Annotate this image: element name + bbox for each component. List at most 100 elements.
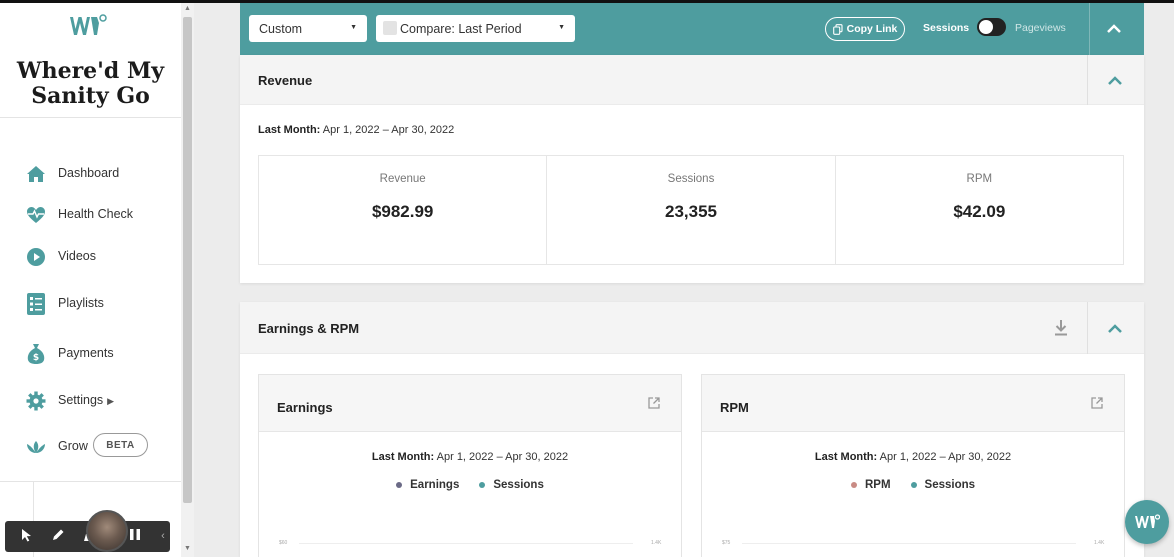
rpm-chart-title: RPM — [720, 400, 749, 415]
scroll-down-arrow-icon[interactable]: ▼ — [181, 545, 194, 555]
range-label: Last Month: — [258, 124, 321, 136]
range-label: Last Month: — [371, 451, 435, 463]
sidebar-scrollbar[interactable]: ▲ ▼ — [181, 3, 194, 557]
sidebar: Where'd My Sanity Go Dashboard Health Ch… — [0, 3, 181, 557]
earnings-chart-card: Earnings Last Month: Apr 1, 2022 – Apr 3… — [258, 374, 682, 557]
earnings-rpm-card: Earnings & RPM Earnings Last Month: Apr … — [240, 302, 1144, 557]
money-bag-icon: $ — [25, 343, 47, 365]
copy-link-button[interactable]: Copy Link — [825, 17, 905, 41]
caret-right-icon: ▶ — [107, 396, 115, 406]
pointer-icon[interactable] — [19, 528, 35, 544]
metric-value: 23,355 — [664, 202, 717, 221]
metric-value: $42.09 — [953, 202, 1006, 221]
revenue-card: Revenue Last Month: Apr 1, 2022 – Apr 30… — [240, 55, 1144, 283]
earnings-rpm-title: Earnings & RPM — [258, 321, 360, 336]
play-circle-icon — [25, 246, 47, 268]
open-external-icon[interactable] — [1090, 396, 1104, 410]
legend-label: Sessions — [924, 479, 976, 491]
copy-link-label: Copy Link — [846, 23, 898, 35]
earnings-chart-header: Earnings — [259, 375, 681, 432]
collapse-filters-chevron-icon[interactable] — [1106, 21, 1122, 37]
scroll-thumb[interactable] — [183, 17, 192, 503]
compare-color-swatch — [383, 21, 397, 35]
site-title: Where'd My Sanity Go — [16, 58, 165, 109]
list-icon — [25, 293, 47, 315]
sidebar-item-payments[interactable]: $ Payments — [0, 336, 181, 370]
gear-icon — [25, 390, 47, 412]
earnings-rpm-header: Earnings & RPM — [240, 302, 1144, 354]
chart-gridline — [299, 543, 633, 544]
sessions-pageviews-toggle[interactable] — [977, 18, 1006, 36]
compare-value: Compare: Last Period — [400, 21, 522, 36]
earnings-date-range: Last Month: Apr 1, 2022 – Apr 30, 2022 — [259, 451, 681, 463]
collapse-chevron-icon[interactable] — [1107, 321, 1123, 337]
earnings-chart-title: Earnings — [277, 400, 333, 415]
revenue-card-title: Revenue — [258, 73, 313, 88]
lotus-icon — [25, 436, 47, 458]
date-range-select[interactable]: Custom ▼ — [249, 15, 367, 42]
open-external-icon[interactable] — [647, 396, 661, 410]
legend-item-earnings[interactable]: Earnings — [396, 479, 459, 491]
legend-item-sessions[interactable]: Sessions — [910, 479, 976, 491]
download-icon[interactable] — [1053, 319, 1069, 337]
metric-value: $982.99 — [371, 202, 434, 221]
range-label: Last Month: — [814, 451, 878, 463]
sidebar-item-videos[interactable]: Videos — [0, 239, 181, 273]
sidebar-divider — [0, 117, 181, 118]
revenue-card-header: Revenue — [240, 55, 1144, 105]
compare-select[interactable]: Compare: Last Period ▼ — [376, 15, 575, 42]
sidebar-item-label: Playlists — [58, 296, 104, 310]
sidebar-item-settings[interactable]: Settings ▶ — [0, 383, 181, 417]
brand-logo-icon — [1135, 514, 1160, 528]
pencil-icon[interactable] — [50, 528, 66, 544]
header-divider — [1087, 55, 1088, 105]
metric-sessions: Sessions 23,355 — [547, 156, 836, 264]
range-value: Apr 1, 2022 – Apr 30, 2022 — [436, 451, 569, 463]
metric-revenue: Revenue $982.99 — [259, 156, 548, 264]
range-value: Apr 1, 2022 – Apr 30, 2022 — [879, 451, 1012, 463]
sidebar-item-label: Dashboard — [58, 166, 120, 180]
rpm-chart-header: RPM — [702, 375, 1124, 432]
scroll-up-arrow-icon[interactable]: ▲ — [181, 5, 194, 15]
filter-bar-divider — [1089, 3, 1090, 55]
legend-label: RPM — [864, 479, 891, 491]
settings-label-text: Settings — [58, 393, 104, 407]
date-range-value: Custom — [259, 21, 303, 36]
sessions-toggle-label: Sessions — [923, 22, 970, 34]
axis-tick-left: $60 — [279, 540, 288, 546]
sidebar-item-label: Grow — [58, 439, 88, 453]
earnings-legend: Earnings Sessions — [259, 479, 681, 491]
dropdown-arrow-icon: ▼ — [558, 24, 565, 31]
chat-help-button[interactable] — [1125, 500, 1169, 544]
collapse-left-icon[interactable]: ‹ — [155, 528, 171, 544]
copy-icon — [832, 23, 843, 35]
sidebar-item-health-check[interactable]: Health Check — [0, 197, 181, 231]
legend-item-rpm[interactable]: RPM — [850, 479, 891, 491]
svg-text:$: $ — [33, 353, 39, 363]
brand-logo-icon[interactable] — [68, 11, 108, 41]
filter-bar: Custom ▼ Compare: Last Period ▼ Copy Lin… — [240, 3, 1144, 55]
metric-label: Sessions — [667, 173, 715, 185]
legend-dot — [479, 482, 486, 488]
presenter-avatar — [86, 510, 128, 552]
beta-badge: BETA — [93, 433, 148, 457]
metric-label: Revenue — [379, 173, 426, 185]
collapse-chevron-icon[interactable] — [1107, 73, 1123, 89]
rpm-date-range: Last Month: Apr 1, 2022 – Apr 30, 2022 — [702, 451, 1124, 463]
legend-item-sessions[interactable]: Sessions — [479, 479, 544, 491]
sidebar-item-dashboard[interactable]: Dashboard — [0, 156, 181, 190]
legend-dot — [396, 482, 403, 488]
pause-icon[interactable] — [127, 528, 143, 544]
sidebar-item-label: Settings ▶ — [58, 393, 114, 407]
axis-tick-right: 1.4K — [1094, 540, 1105, 546]
sidebar-item-grow[interactable]: Grow BETA — [0, 429, 181, 463]
sidebar-item-label: Payments — [58, 346, 114, 360]
home-icon — [25, 163, 47, 185]
sidebar-bottom-divider — [0, 481, 181, 482]
pageviews-toggle-label: Pageviews — [1015, 22, 1066, 34]
sidebar-item-playlists[interactable]: Playlists — [0, 286, 181, 320]
heartbeat-icon — [25, 204, 47, 226]
dropdown-arrow-icon: ▼ — [350, 24, 357, 31]
metric-label: RPM — [966, 173, 993, 185]
revenue-date-range: Last Month: Apr 1, 2022 – Apr 30, 2022 — [258, 124, 454, 136]
